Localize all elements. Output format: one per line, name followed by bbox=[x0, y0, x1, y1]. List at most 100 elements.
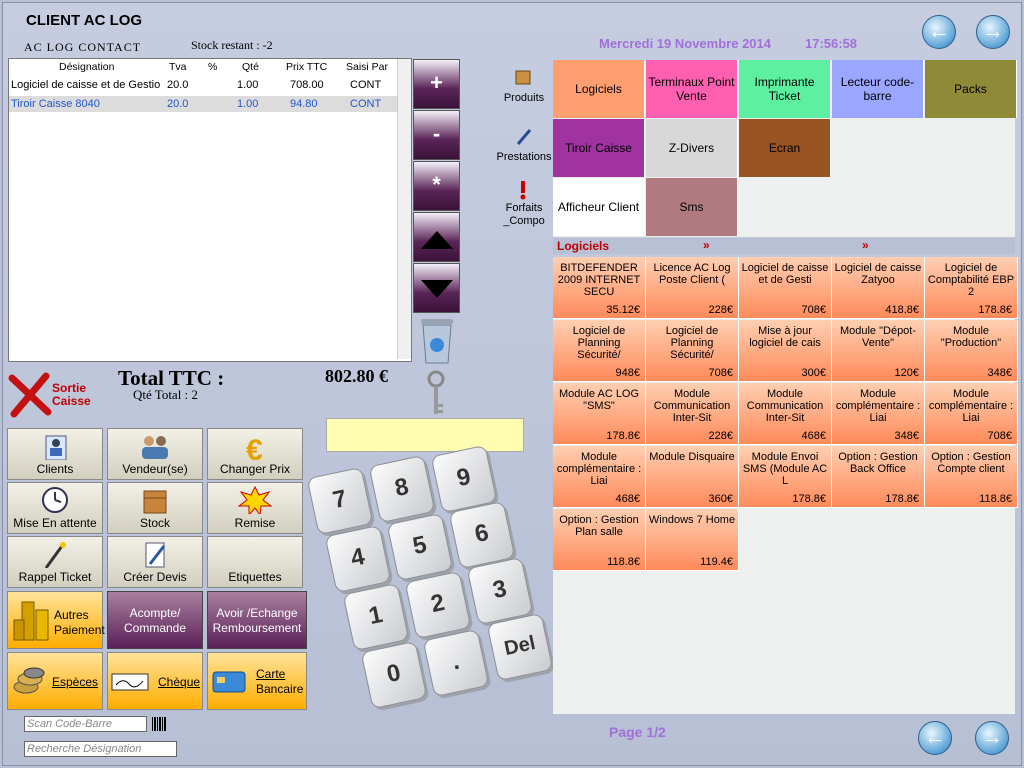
carte-bancaire-button[interactable]: Carte Bancaire bbox=[207, 652, 307, 710]
mise-en-attente-button[interactable]: Mise En attente bbox=[7, 482, 103, 534]
product-button[interactable]: Windows 7 Home 119.4€ bbox=[646, 509, 739, 571]
product-name: Option : Gestion Back Office bbox=[838, 451, 918, 475]
key-5[interactable]: 5 bbox=[386, 512, 454, 582]
product-button[interactable]: Option : Gestion Back Office 178.8€ bbox=[832, 446, 925, 508]
product-button[interactable]: Module Communication Inter-Sit 228€ bbox=[646, 383, 739, 445]
input-display[interactable] bbox=[326, 418, 524, 452]
table-row[interactable]: Logiciel de caisse et de Gestion 20.0 1.… bbox=[9, 77, 397, 93]
produits-icon[interactable] bbox=[514, 68, 532, 91]
key-7[interactable]: 7 bbox=[306, 466, 374, 536]
autres-paiement-button[interactable]: Autres Paiement bbox=[7, 591, 105, 649]
nav-prestations[interactable]: Prestations bbox=[496, 151, 552, 163]
key-decimal[interactable]: . bbox=[422, 628, 490, 698]
clients-button[interactable]: Clients bbox=[7, 428, 103, 480]
discount-burst-icon bbox=[238, 486, 272, 514]
product-button[interactable]: Logiciel de caisse et de Gesti 708€ bbox=[739, 257, 832, 319]
cash-icon bbox=[13, 667, 45, 694]
minus-button[interactable]: - bbox=[413, 110, 460, 160]
product-button[interactable]: Module complémentaire : Liai 708€ bbox=[925, 383, 1018, 445]
ticket-table: Désignation Tva % Qté Prix TTC Saisi Par… bbox=[8, 58, 412, 362]
etiquettes-button[interactable]: Etiquettes bbox=[207, 536, 303, 588]
category-button[interactable]: Packs bbox=[925, 60, 1017, 118]
document-pen-icon bbox=[145, 542, 166, 568]
scroll-down-button[interactable] bbox=[413, 263, 460, 313]
arrow-up-icon bbox=[420, 231, 453, 249]
key-8[interactable]: 8 bbox=[368, 454, 436, 524]
key-0[interactable]: 0 bbox=[360, 640, 428, 710]
category-button[interactable]: Logiciels bbox=[553, 60, 645, 118]
product-button[interactable]: Module complémentaire : Liai 348€ bbox=[832, 383, 925, 445]
nav-forward-button[interactable]: → bbox=[976, 15, 1010, 49]
key-icon[interactable] bbox=[427, 370, 445, 423]
rappel-ticket-button[interactable]: Rappel Ticket bbox=[7, 536, 103, 588]
product-button[interactable]: Module Communication Inter-Sit 468€ bbox=[739, 383, 832, 445]
ticket-table-header: Désignation Tva % Qté Prix TTC Saisi Par bbox=[9, 59, 397, 75]
product-name: Logiciel de caisse et de Gesti bbox=[741, 262, 829, 286]
product-button[interactable]: Option : Gestion Compte client 118.8€ bbox=[925, 446, 1018, 508]
key-6[interactable]: 6 bbox=[448, 500, 516, 570]
product-button[interactable]: Logiciel de Planning Sécurité/948€ bbox=[553, 320, 646, 382]
category-button[interactable]: Lecteur code-barre bbox=[832, 60, 924, 118]
category-button[interactable]: Ecran bbox=[739, 119, 831, 177]
avoir-echange-button[interactable]: Avoir /Echange Remboursement bbox=[207, 591, 307, 649]
product-price: 468€ bbox=[801, 430, 826, 442]
sortie-caisse-button[interactable] bbox=[8, 372, 52, 423]
product-button[interactable]: Logiciel de Comptabilité EBP 2 178.8€ bbox=[925, 257, 1018, 319]
product-price: 360€ bbox=[708, 493, 733, 505]
product-button[interactable]: Module AC LOG "SMS" 178.8€ bbox=[553, 383, 646, 445]
product-button[interactable]: Logiciel de Planning Sécurité/708€ bbox=[646, 320, 739, 382]
product-name: Module "Dépot-Vente" bbox=[839, 325, 917, 349]
product-button[interactable]: Module "Production" 348€ bbox=[925, 320, 1018, 382]
product-name: Option : Gestion Compte client bbox=[931, 451, 1011, 475]
category-button[interactable]: Z-Divers bbox=[646, 119, 738, 177]
product-button[interactable]: Option : Gestion Plan salle 118.8€ bbox=[553, 509, 646, 571]
product-button[interactable]: Mise à jour logiciel de cais 300€ bbox=[739, 320, 832, 382]
category-button[interactable]: Afficheur Client bbox=[553, 178, 645, 236]
product-button[interactable]: Module Envoi SMS (Module AC L 178.8€ bbox=[739, 446, 832, 508]
nav-produits[interactable]: Produits bbox=[496, 92, 552, 104]
key-2[interactable]: 2 bbox=[404, 570, 472, 640]
scroll-up-button[interactable] bbox=[413, 212, 460, 262]
cell-prix: 94.80 bbox=[290, 98, 318, 110]
cheque-button[interactable]: Chèque bbox=[107, 652, 203, 710]
nav-back-button[interactable]: ← bbox=[922, 15, 956, 49]
product-button[interactable]: Module complémentaire : Liai 468€ bbox=[553, 446, 646, 508]
plus-button[interactable]: + bbox=[413, 59, 460, 109]
key-3[interactable]: 3 bbox=[466, 556, 534, 626]
category-button[interactable]: Imprimante Ticket bbox=[739, 60, 831, 118]
nav-forfaits[interactable]: Forfaits _Compo bbox=[496, 202, 552, 228]
category-button[interactable]: Terminaux Point Vente bbox=[646, 60, 738, 118]
creer-devis-button[interactable]: Créer Devis bbox=[107, 536, 203, 588]
scan-barcode-input[interactable]: Scan Code-Barre bbox=[24, 716, 147, 732]
key-1[interactable]: 1 bbox=[342, 582, 410, 652]
category-button[interactable]: Sms bbox=[646, 178, 738, 236]
product-button[interactable]: Module Disquaire 360€ bbox=[646, 446, 739, 508]
multiply-button[interactable]: * bbox=[413, 161, 460, 211]
next-page-button[interactable]: → bbox=[975, 721, 1009, 755]
table-row[interactable]: Tiroir Caisse 8040 20.0 1.00 94.80 CONT bbox=[9, 96, 397, 112]
key-4[interactable]: 4 bbox=[324, 524, 392, 594]
product-button[interactable]: Logiciel de caisse Zatyoo 418.8€ bbox=[832, 257, 925, 319]
product-price: 35.12€ bbox=[606, 304, 640, 316]
table-scrollbar[interactable] bbox=[397, 59, 411, 359]
vendeur-button[interactable]: Vendeur(se) bbox=[107, 428, 203, 480]
key-delete[interactable]: Del bbox=[486, 612, 554, 682]
current-date: Mercredi 19 Novembre 2014 bbox=[599, 36, 771, 51]
acompte-commande-button[interactable]: Acompte/Commande bbox=[107, 591, 203, 649]
key-9[interactable]: 9 bbox=[430, 444, 498, 514]
product-button[interactable]: BITDEFENDER 2009 INTERNET SECU 35.12€ bbox=[553, 257, 646, 319]
trash-button[interactable] bbox=[417, 315, 457, 370]
product-button[interactable]: Licence AC Log Poste Client (228€ bbox=[646, 257, 739, 319]
especes-button[interactable]: Espèces bbox=[7, 652, 103, 710]
remise-button[interactable]: Remise bbox=[207, 482, 303, 534]
product-button[interactable]: Module "Dépot-Vente" 120€ bbox=[832, 320, 925, 382]
prestations-icon[interactable] bbox=[515, 128, 533, 151]
changer-prix-button[interactable]: € Changer Prix bbox=[207, 428, 303, 480]
breadcrumb-sep: » bbox=[703, 238, 710, 252]
category-button[interactable]: Tiroir Caisse bbox=[553, 119, 645, 177]
cell-saisi: CONT bbox=[350, 79, 382, 91]
search-designation-input[interactable]: Recherche Désignation bbox=[24, 741, 177, 757]
prev-page-button[interactable]: ← bbox=[918, 721, 952, 755]
stock-button[interactable]: Stock bbox=[107, 482, 203, 534]
product-name: Option : Gestion Plan salle bbox=[559, 514, 639, 538]
